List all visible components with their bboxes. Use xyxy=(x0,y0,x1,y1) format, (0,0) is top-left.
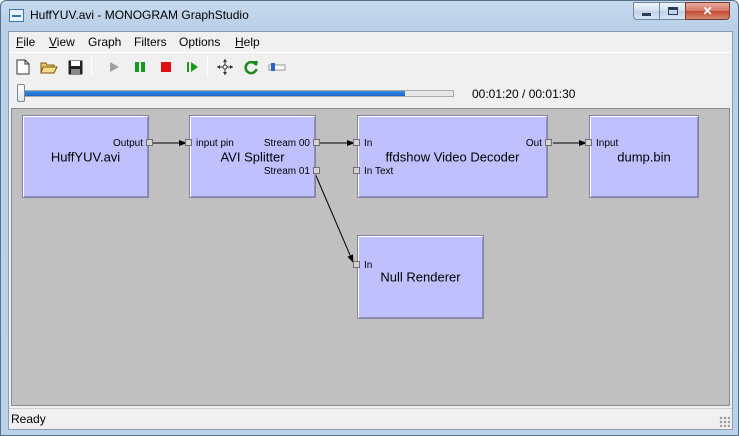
menu-options-label: Options xyxy=(179,35,221,49)
menu-graph[interactable]: Graph xyxy=(87,34,122,50)
toolbar xyxy=(9,52,732,80)
filter-name: HuffYUV.avi xyxy=(50,149,121,164)
time-display: 00:01:20 / 00:01:30 xyxy=(472,87,576,101)
resize-grip[interactable] xyxy=(719,416,730,427)
maximize-icon xyxy=(667,7,678,15)
graph-canvas[interactable]: HuffYUV.avi Output AVI Splitter input pi… xyxy=(11,108,730,406)
step-frame-button[interactable] xyxy=(181,56,203,78)
pin-in-null[interactable] xyxy=(353,261,360,268)
menu-view-mnemonic: V xyxy=(49,35,57,49)
open-folder-icon xyxy=(40,62,58,73)
refresh-icon xyxy=(244,60,258,75)
close-icon: ✕ xyxy=(702,4,713,18)
pin-stream-01[interactable] xyxy=(313,167,320,174)
toolbar-separator xyxy=(91,57,92,77)
pin-out[interactable] xyxy=(545,139,552,146)
pause-button[interactable] xyxy=(129,56,151,78)
menu-bar: File View Graph Filters Options Help xyxy=(9,32,732,52)
pin-in[interactable] xyxy=(353,139,360,146)
menu-help-label: elp xyxy=(243,35,260,49)
connection-stream01-to-null-in xyxy=(313,170,354,263)
open-button[interactable] xyxy=(38,56,60,78)
minimize-button[interactable] xyxy=(633,2,660,20)
menu-filters-label: Filters xyxy=(134,35,167,49)
stop-button[interactable] xyxy=(155,56,177,78)
save-icon xyxy=(68,60,82,74)
seek-progress xyxy=(22,91,406,96)
menu-view-label: iew xyxy=(56,35,75,49)
pin-label-in-null: In xyxy=(364,260,373,271)
seek-options-button[interactable] xyxy=(266,56,288,78)
seek-bar-row: 00:01:20 / 00:01:30 xyxy=(9,81,732,107)
app-window: HuffYUV.avi - MONOGRAM GraphStudio ✕ Fil… xyxy=(0,0,739,436)
status-bar: Ready xyxy=(9,408,732,429)
minimize-icon xyxy=(642,13,651,16)
arrange-button[interactable] xyxy=(214,56,236,78)
step-frame-icon xyxy=(186,62,198,72)
client-area: File View Graph Filters Options Help 00:… xyxy=(8,31,733,430)
pin-label-in-text: In Text xyxy=(364,166,394,177)
menu-filters[interactable]: Filters xyxy=(133,34,168,50)
pin-label-input-pin: input pin xyxy=(196,138,234,149)
play-button[interactable] xyxy=(103,56,125,78)
stop-icon xyxy=(161,62,171,72)
seek-track[interactable] xyxy=(21,90,454,97)
menu-file[interactable]: File xyxy=(15,34,36,50)
filter-name: Null Renderer xyxy=(380,269,461,285)
filter-name: ffdshow Video Decoder xyxy=(385,149,520,164)
app-icon xyxy=(9,9,24,22)
pin-label-in: In xyxy=(364,138,373,149)
filter-source-file[interactable]: HuffYUV.avi Output xyxy=(22,115,149,198)
seek-options-icon xyxy=(268,63,286,71)
pin-label-input: Input xyxy=(596,138,619,149)
status-text: Ready xyxy=(11,412,46,426)
filter-avi-splitter[interactable]: AVI Splitter input pin Stream 00 Stream … xyxy=(189,115,316,198)
filter-name: AVI Splitter xyxy=(220,149,285,164)
menu-options[interactable]: Options xyxy=(178,34,221,50)
seek-thumb[interactable] xyxy=(17,84,25,102)
new-button[interactable] xyxy=(12,56,34,78)
close-button[interactable]: ✕ xyxy=(685,2,730,20)
pin-output[interactable] xyxy=(146,139,153,146)
menu-view[interactable]: View xyxy=(48,34,76,50)
pin-stream-00[interactable] xyxy=(313,139,320,146)
pin-in-text[interactable] xyxy=(353,167,360,174)
arrange-icon xyxy=(217,59,233,75)
pin-label-stream-00: Stream 00 xyxy=(263,138,310,149)
title-bar[interactable]: HuffYUV.avi - MONOGRAM GraphStudio ✕ xyxy=(1,1,738,31)
new-file-icon xyxy=(16,59,30,75)
refresh-button[interactable] xyxy=(240,56,262,78)
filter-dump-bin[interactable]: dump.bin Input xyxy=(589,115,699,198)
filter-null-renderer[interactable]: Null Renderer In xyxy=(357,235,484,319)
window-title: HuffYUV.avi - MONOGRAM GraphStudio xyxy=(30,8,249,22)
pin-label-stream-01: Stream 01 xyxy=(263,166,310,177)
filter-ffdshow-decoder[interactable]: ffdshow Video Decoder In In Text Out xyxy=(357,115,548,198)
pin-label-out: Out xyxy=(525,138,542,149)
save-button[interactable] xyxy=(64,56,86,78)
toolbar-separator xyxy=(207,57,208,77)
menu-help-mnemonic: H xyxy=(235,35,244,49)
pin-input[interactable] xyxy=(185,139,192,146)
pin-label-output: Output xyxy=(112,138,143,149)
pause-icon xyxy=(135,62,145,72)
filter-name: dump.bin xyxy=(617,149,671,164)
maximize-button[interactable] xyxy=(659,2,686,20)
play-icon xyxy=(110,62,119,72)
pin-input-dump[interactable] xyxy=(585,139,592,146)
menu-graph-label: Graph xyxy=(88,35,122,49)
menu-help[interactable]: Help xyxy=(234,34,261,50)
menu-file-label: ile xyxy=(23,35,36,49)
